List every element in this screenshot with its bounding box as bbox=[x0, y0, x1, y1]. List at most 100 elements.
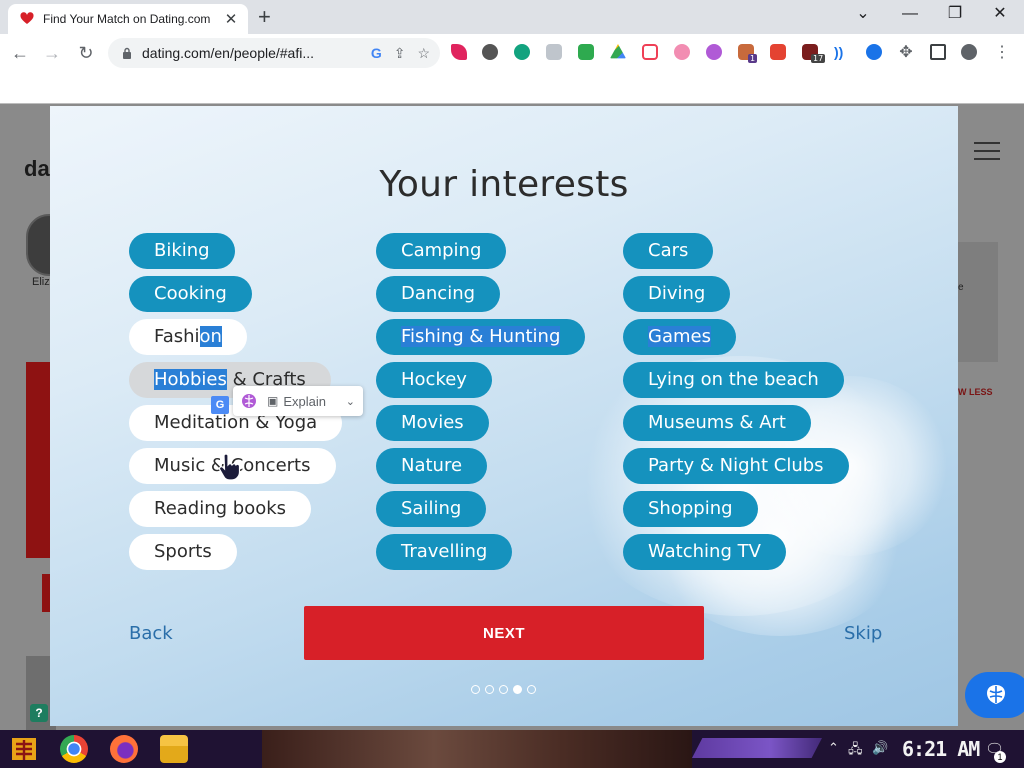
interest-pill-sailing[interactable]: Sailing bbox=[376, 491, 487, 527]
file-explorer-taskbar-icon[interactable] bbox=[160, 735, 188, 763]
extension-feather-icon[interactable] bbox=[451, 44, 467, 60]
interest-pill-party-night-clubs[interactable]: Party & Night Clubs bbox=[623, 448, 849, 484]
interest-pill-nature[interactable]: Nature bbox=[376, 448, 488, 484]
interest-pill-reading-books[interactable]: Reading books bbox=[129, 491, 312, 527]
side-card bbox=[958, 242, 998, 362]
browser-menu-icon[interactable]: ⋮ bbox=[990, 41, 1014, 65]
read-aloud-icon[interactable]: )) bbox=[834, 44, 850, 60]
chevron-down-icon[interactable]: ⌄ bbox=[346, 395, 355, 408]
interests-modal: Your interests Biking Cooking Fashion Ho… bbox=[50, 106, 958, 726]
chrome-taskbar-icon[interactable] bbox=[60, 735, 88, 763]
todoist-icon[interactable] bbox=[770, 44, 786, 60]
interest-pill-dancing[interactable]: Dancing bbox=[376, 276, 501, 312]
google-lens-icon[interactable]: G bbox=[371, 45, 382, 61]
taskbar-clock[interactable]: 6:21 AM bbox=[902, 737, 980, 761]
interest-label: Diving bbox=[648, 283, 706, 304]
address-bar[interactable]: dating.com/en/people/#afi... G ⇪ ☆ bbox=[108, 38, 440, 68]
profile-avatar-icon[interactable] bbox=[961, 44, 977, 60]
step-dot-active bbox=[513, 685, 522, 694]
minimize-icon[interactable]: — bbox=[895, 4, 925, 24]
volume-icon[interactable]: 🔊 bbox=[872, 740, 888, 756]
assistant-fab-button[interactable] bbox=[965, 672, 1024, 718]
browser-titlebar: Find Your Match on Dating.com ✕ + ⌄ — ❐ … bbox=[0, 0, 1024, 34]
extension-m-icon[interactable] bbox=[514, 44, 530, 60]
share-icon[interactable]: ⇪ bbox=[394, 45, 406, 62]
extension-z-icon[interactable] bbox=[866, 44, 882, 60]
back-link[interactable]: Back bbox=[129, 623, 173, 644]
interest-label: Fashion bbox=[154, 326, 222, 347]
extension-brain-icon[interactable] bbox=[706, 44, 722, 60]
extension-hex-icon[interactable] bbox=[482, 44, 498, 60]
interest-pill-cooking[interactable]: Cooking bbox=[129, 276, 252, 312]
window-close-icon[interactable]: ✕ bbox=[985, 4, 1015, 24]
interest-pill-watching-tv[interactable]: Watching TV bbox=[623, 534, 786, 570]
interest-pill-fishing-hunting[interactable]: Fishing & Hunting bbox=[376, 319, 586, 355]
interest-pill-camping[interactable]: Camping bbox=[376, 233, 507, 269]
extension-pink-icon[interactable] bbox=[674, 44, 690, 60]
explain-popup[interactable]: ▣ Explain ⌄ bbox=[233, 386, 363, 416]
next-button[interactable]: NEXT bbox=[304, 606, 704, 660]
notification-badge: 1 bbox=[994, 751, 1006, 763]
step-indicator bbox=[471, 685, 541, 694]
interest-label: Reading books bbox=[154, 498, 287, 519]
interest-pill-shopping[interactable]: Shopping bbox=[623, 491, 758, 527]
extension-badge: 1 bbox=[748, 54, 758, 63]
new-tab-button[interactable]: + bbox=[258, 5, 271, 29]
browser-tab[interactable]: Find Your Match on Dating.com ✕ bbox=[8, 4, 248, 34]
interest-pill-travelling[interactable]: Travelling bbox=[376, 534, 513, 570]
tab-search-icon[interactable]: ⌄ bbox=[848, 4, 878, 24]
close-tab-icon[interactable]: ✕ bbox=[222, 10, 240, 28]
interest-label: Fishing & Hunting bbox=[401, 326, 561, 347]
explain-label: Explain bbox=[283, 393, 326, 409]
interest-pill-games[interactable]: Games bbox=[623, 319, 736, 355]
interest-pill-museums-art[interactable]: Museums & Art bbox=[623, 405, 811, 441]
network-icon[interactable]: 🖧 bbox=[848, 740, 863, 762]
extension-green-icon[interactable] bbox=[578, 44, 594, 60]
restore-icon[interactable]: ❐ bbox=[940, 4, 970, 24]
tray-expand-icon[interactable]: ⌃ bbox=[828, 740, 839, 756]
show-less-link: W LESS bbox=[958, 387, 993, 397]
step-dot bbox=[499, 685, 508, 694]
interest-label: Sailing bbox=[401, 498, 462, 519]
extension-grey-icon[interactable] bbox=[546, 44, 562, 60]
interest-label: Games bbox=[648, 326, 711, 347]
extension-badge: 17 bbox=[811, 54, 826, 63]
interest-label: Biking bbox=[154, 240, 210, 261]
interest-label: Nature bbox=[401, 455, 463, 476]
hamburger-menu-icon bbox=[974, 142, 1000, 162]
side-card-text: e bbox=[958, 282, 964, 293]
url-text: dating.com/en/people/#afi... bbox=[142, 45, 315, 61]
interest-pill-diving[interactable]: Diving bbox=[623, 276, 731, 312]
interest-pill-hockey[interactable]: Hockey bbox=[376, 362, 492, 398]
interest-label: Hockey bbox=[401, 369, 467, 390]
google-drive-icon[interactable] bbox=[610, 44, 626, 59]
interest-label: Shopping bbox=[648, 498, 733, 519]
skip-link[interactable]: Skip bbox=[844, 623, 882, 644]
start-menu-icon[interactable] bbox=[8, 734, 40, 764]
bookmark-star-icon[interactable]: ☆ bbox=[417, 45, 430, 62]
modal-title: Your interests bbox=[379, 164, 629, 205]
interest-pill-movies[interactable]: Movies bbox=[376, 405, 489, 441]
pocket-icon[interactable] bbox=[642, 44, 658, 60]
fashion-text-unselected: Fashi bbox=[154, 326, 200, 347]
interest-pill-sports[interactable]: Sports bbox=[129, 534, 237, 570]
dating-heart-icon bbox=[20, 12, 34, 24]
interest-pill-cars[interactable]: Cars bbox=[623, 233, 714, 269]
step-dot bbox=[527, 685, 536, 694]
interest-label: Movies bbox=[401, 412, 464, 433]
forward-arrow-icon[interactable]: → bbox=[40, 41, 64, 65]
interest-pill-fashion[interactable]: Fashion bbox=[129, 319, 247, 355]
interest-label: Museums & Art bbox=[648, 412, 786, 433]
reload-icon[interactable]: ↻ bbox=[74, 41, 98, 65]
interest-pill-lying-on-the-beach[interactable]: Lying on the beach bbox=[623, 362, 844, 398]
google-translate-icon[interactable]: G bbox=[211, 396, 229, 414]
step-dot bbox=[471, 685, 480, 694]
interest-label: Party & Night Clubs bbox=[648, 455, 824, 476]
side-panel-icon[interactable] bbox=[930, 44, 946, 60]
interest-label: Camping bbox=[401, 240, 482, 261]
interest-pill-biking[interactable]: Biking bbox=[129, 233, 235, 269]
firefox-taskbar-icon[interactable] bbox=[110, 735, 138, 763]
back-arrow-icon[interactable]: ← bbox=[8, 41, 32, 65]
extensions-puzzle-icon[interactable]: ✥ bbox=[894, 41, 918, 65]
interest-label: Dancing bbox=[401, 283, 476, 304]
